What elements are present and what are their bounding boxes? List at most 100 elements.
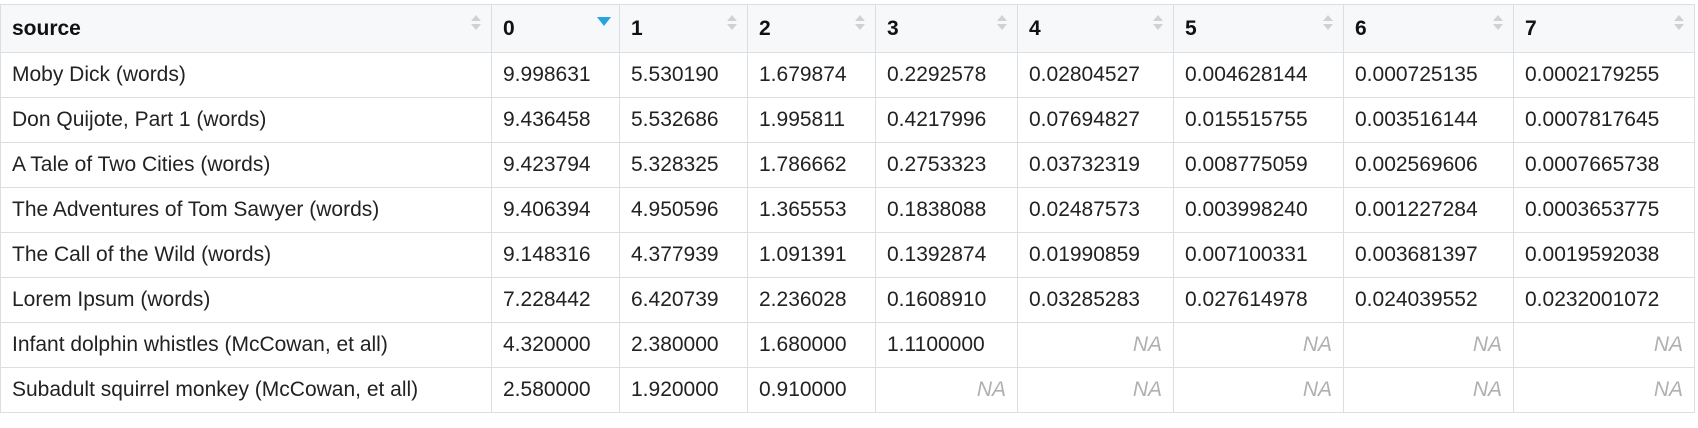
column-header-0[interactable]: 0 xyxy=(491,4,620,53)
data-table-container: source 0 1 2 3 4 5 6 7 Moby Dick (words) 9.998631… xyxy=(0,4,1698,413)
cell-value: 9.423794 xyxy=(491,142,620,188)
cell-value: 0.2753323 xyxy=(875,142,1018,188)
cell-value: 5.530190 xyxy=(619,52,748,98)
cell-na: NA xyxy=(1173,367,1344,413)
column-header-7[interactable]: 7 xyxy=(1513,4,1695,53)
cell-value: 0.024039552 xyxy=(1343,277,1514,323)
cell-source: A Tale of Two Cities (words) xyxy=(0,142,492,188)
sort-down-icon xyxy=(997,24,1007,30)
cell-value: 1.1100000 xyxy=(875,322,1018,368)
sort-descending-icon[interactable] xyxy=(597,17,611,26)
cell-value: 1.920000 xyxy=(619,367,748,413)
table-row: A Tale of Two Cities (words) 9.423794 5.32… xyxy=(0,142,1695,188)
sort-down-icon xyxy=(471,24,481,30)
cell-value: 2.380000 xyxy=(619,322,748,368)
cell-value: 9.436458 xyxy=(491,97,620,143)
cell-value: 0.03732319 xyxy=(1017,142,1174,188)
column-header-source[interactable]: source xyxy=(0,4,492,53)
cell-value: 0.1838088 xyxy=(875,187,1018,233)
cell-value: 0.4217996 xyxy=(875,97,1018,143)
cell-source: Moby Dick (words) xyxy=(0,52,492,98)
sort-down-icon xyxy=(727,24,737,30)
column-header-label: 6 xyxy=(1355,16,1367,40)
sort-arrows-icon[interactable] xyxy=(727,15,737,33)
cell-value: 0.001227284 xyxy=(1343,187,1514,233)
cell-value: 0.015515755 xyxy=(1173,97,1344,143)
sort-up-icon xyxy=(1153,15,1163,21)
table-row: Don Quijote, Part 1 (words) 9.436458 5.532… xyxy=(0,97,1695,143)
cell-value: 0.2292578 xyxy=(875,52,1018,98)
column-header-1[interactable]: 1 xyxy=(619,4,748,53)
cell-value: 0.004628144 xyxy=(1173,52,1344,98)
sort-arrows-icon[interactable] xyxy=(855,15,865,33)
header-row: source 0 1 2 3 4 5 6 7 xyxy=(0,4,1695,53)
sort-up-icon xyxy=(727,15,737,21)
cell-value: 0.003681397 xyxy=(1343,232,1514,278)
cell-value: 6.420739 xyxy=(619,277,748,323)
sort-arrows-icon[interactable] xyxy=(1153,15,1163,33)
cell-value: 9.148316 xyxy=(491,232,620,278)
column-header-label: 1 xyxy=(631,16,643,40)
sort-up-icon xyxy=(471,15,481,21)
table-row: Moby Dick (words) 9.998631 5.530190 1.67987… xyxy=(0,52,1695,98)
cell-value: 0.002569606 xyxy=(1343,142,1514,188)
cell-source: Infant dolphin whistles (McCowan, et all… xyxy=(0,322,492,368)
cell-source: The Call of the Wild (words) xyxy=(0,232,492,278)
sort-up-icon xyxy=(1674,15,1684,21)
cell-na: NA xyxy=(1017,367,1174,413)
cell-value: 0.0003653775 xyxy=(1513,187,1695,233)
cell-value: 0.910000 xyxy=(747,367,876,413)
cell-value: 2.580000 xyxy=(491,367,620,413)
column-header-label: 7 xyxy=(1525,16,1537,40)
sort-down-icon xyxy=(1323,24,1333,30)
cell-value: 1.680000 xyxy=(747,322,876,368)
cell-value: 0.0002179255 xyxy=(1513,52,1695,98)
column-header-2[interactable]: 2 xyxy=(747,4,876,53)
sort-down-icon xyxy=(1153,24,1163,30)
table-row: The Call of the Wild (words) 9.148316 4.37… xyxy=(0,232,1695,278)
cell-value: 7.228442 xyxy=(491,277,620,323)
cell-na: NA xyxy=(1513,367,1695,413)
cell-value: 0.0019592038 xyxy=(1513,232,1695,278)
table-row: The Adventures of Tom Sawyer (words) 9.40… xyxy=(0,187,1695,233)
table-body: Moby Dick (words) 9.998631 5.530190 1.67987… xyxy=(0,52,1695,413)
column-header-label: 3 xyxy=(887,16,899,40)
sort-up-icon xyxy=(997,15,1007,21)
cell-source: The Adventures of Tom Sawyer (words) xyxy=(0,187,492,233)
cell-value: 0.1608910 xyxy=(875,277,1018,323)
cell-value: 0.0007817645 xyxy=(1513,97,1695,143)
sort-arrows-icon[interactable] xyxy=(1674,15,1684,33)
sort-arrows-icon[interactable] xyxy=(997,15,1007,33)
column-header-5[interactable]: 5 xyxy=(1173,4,1344,53)
sort-arrows-icon[interactable] xyxy=(1323,15,1333,33)
cell-value: 0.03285283 xyxy=(1017,277,1174,323)
cell-value: 4.320000 xyxy=(491,322,620,368)
sort-up-icon xyxy=(855,15,865,21)
cell-value: 0.0232001072 xyxy=(1513,277,1695,323)
cell-value: 5.328325 xyxy=(619,142,748,188)
cell-value: 9.406394 xyxy=(491,187,620,233)
table-row: Infant dolphin whistles (McCowan, et all… xyxy=(0,322,1695,368)
cell-value: 1.679874 xyxy=(747,52,876,98)
column-header-4[interactable]: 4 xyxy=(1017,4,1174,53)
cell-value: 0.02804527 xyxy=(1017,52,1174,98)
column-header-label: source xyxy=(12,16,81,40)
cell-value: 1.786662 xyxy=(747,142,876,188)
column-header-label: 2 xyxy=(759,16,771,40)
table-row: Lorem Ipsum (words) 7.228442 6.420739 2.236… xyxy=(0,277,1695,323)
sort-arrows-icon[interactable] xyxy=(471,15,481,33)
column-header-3[interactable]: 3 xyxy=(875,4,1018,53)
sort-arrows-icon[interactable] xyxy=(1493,15,1503,33)
cell-value: 0.007100331 xyxy=(1173,232,1344,278)
cell-value: 0.003998240 xyxy=(1173,187,1344,233)
cell-value: 1.091391 xyxy=(747,232,876,278)
column-header-6[interactable]: 6 xyxy=(1343,4,1514,53)
cell-value: 4.950596 xyxy=(619,187,748,233)
cell-value: 4.377939 xyxy=(619,232,748,278)
sort-up-icon xyxy=(1493,15,1503,21)
sort-down-icon xyxy=(855,24,865,30)
cell-na: NA xyxy=(1173,322,1344,368)
column-header-label: 0 xyxy=(503,16,515,40)
cell-value: 0.07694827 xyxy=(1017,97,1174,143)
cell-na: NA xyxy=(1343,322,1514,368)
